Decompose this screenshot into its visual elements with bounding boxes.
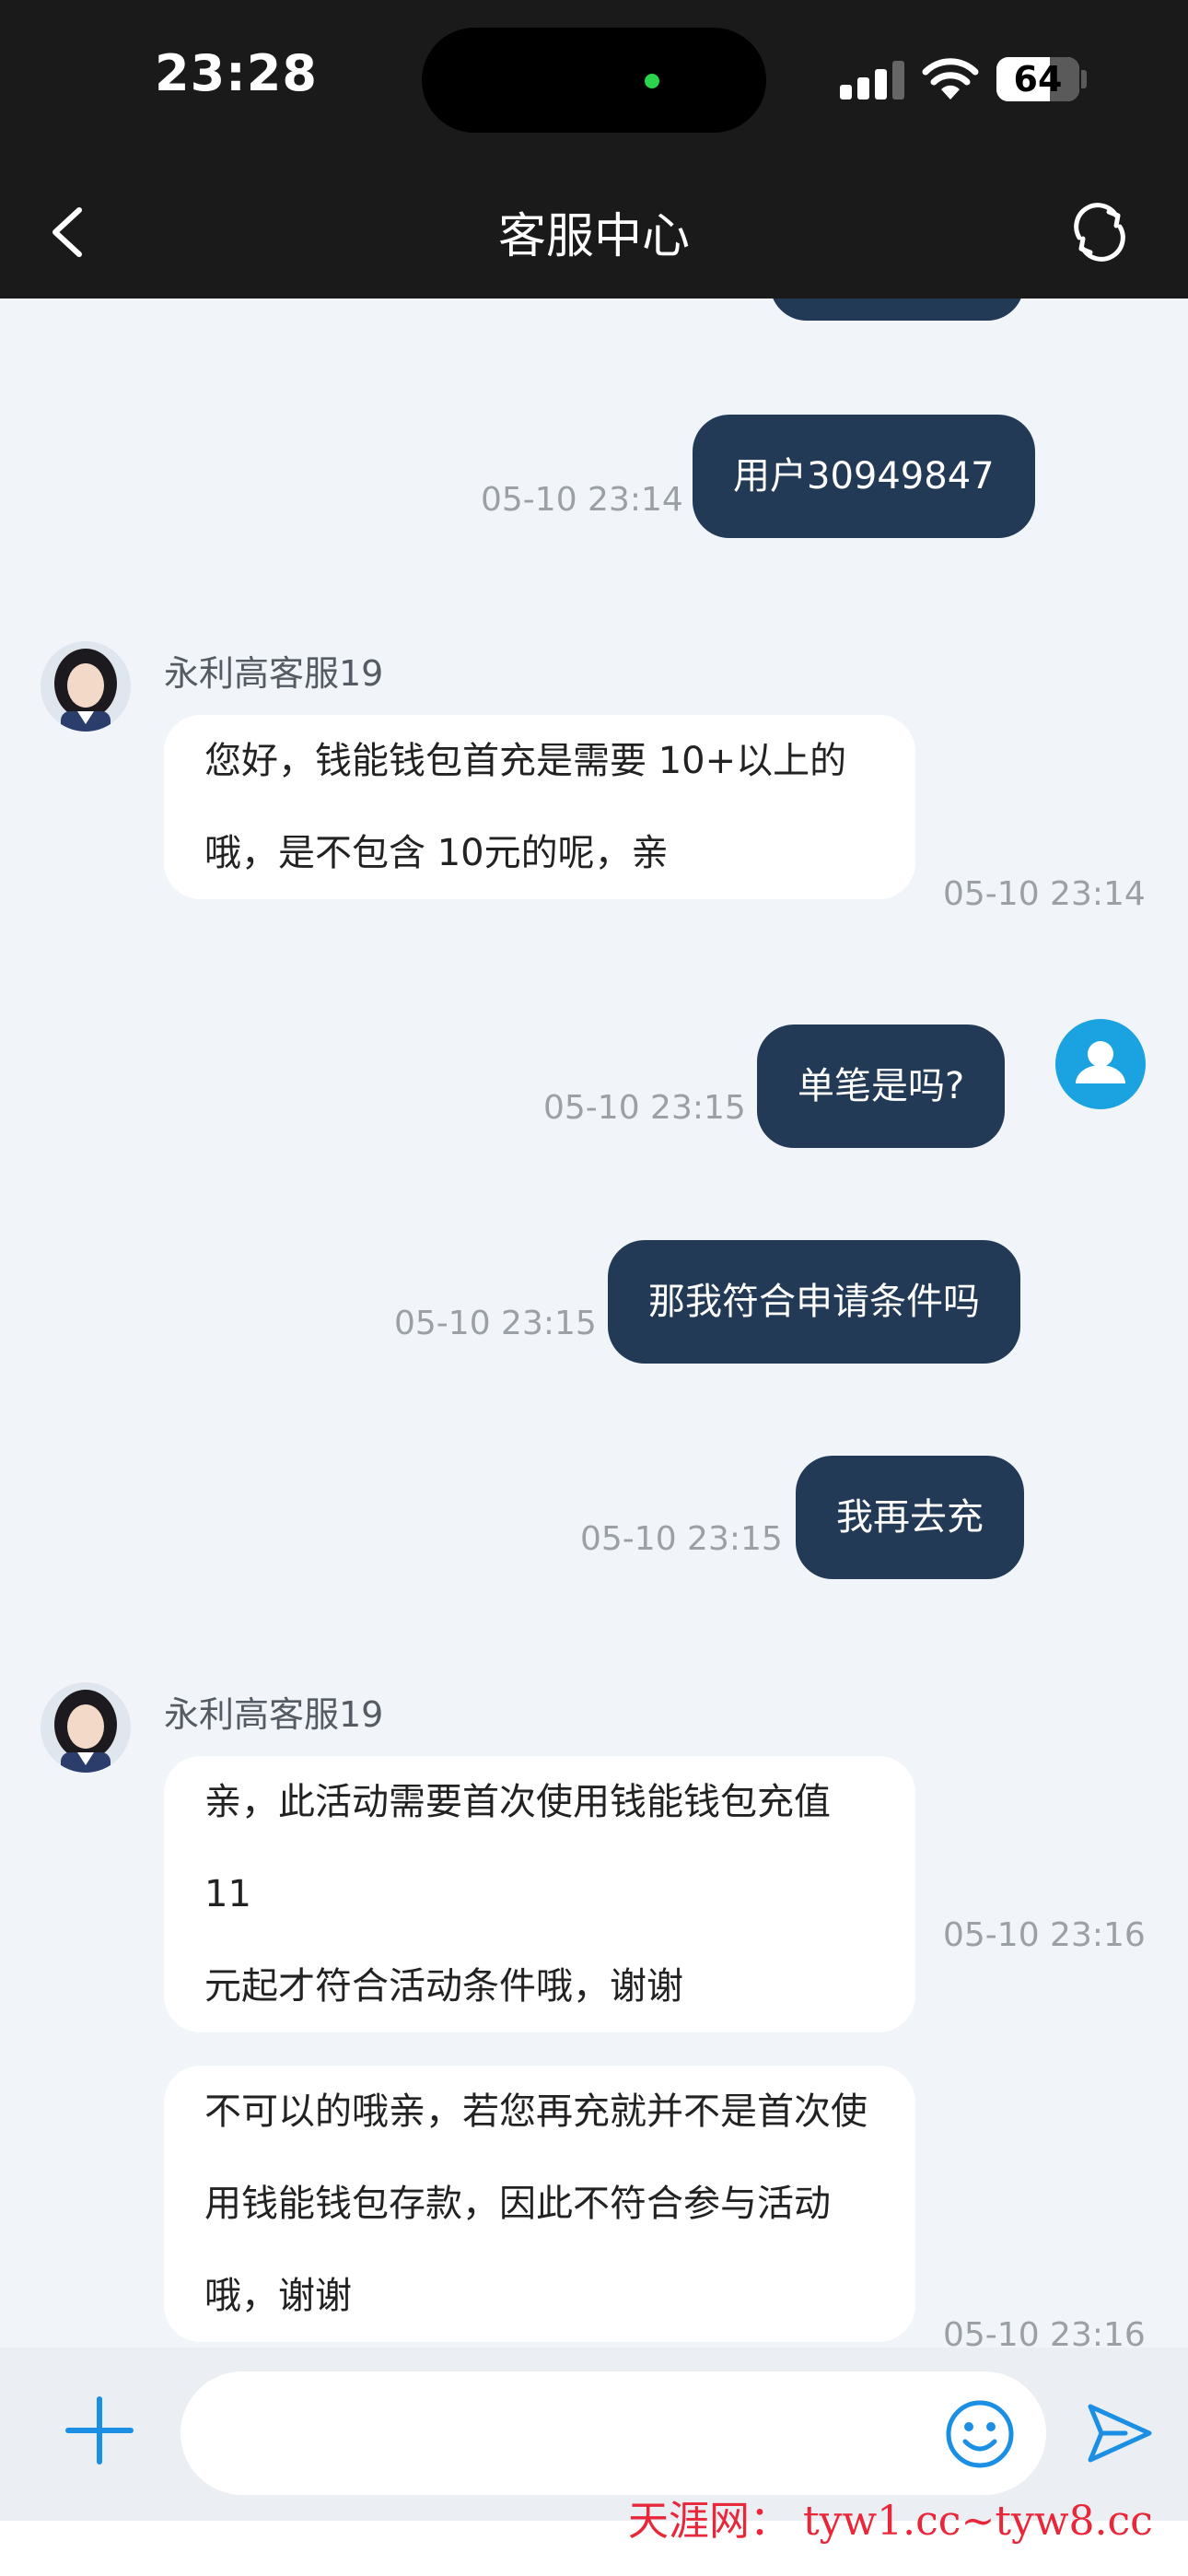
message-bubble-mine: 用户30949847 — [693, 415, 1035, 538]
agent-name: 永利高客服19 — [164, 1694, 384, 1735]
cellular-signal-icon — [840, 61, 904, 100]
page-title: 客服中心 — [497, 209, 690, 264]
user-avatar-icon — [1055, 1019, 1146, 1109]
message-line: 不可以的哦亲，若您再充就并不是首次使 — [204, 2090, 868, 2133]
message-line: 您好，钱能钱包首充是需要 10+以上的 — [204, 740, 847, 782]
agent-avatar — [41, 1682, 131, 1773]
status-time: 23:28 — [155, 44, 318, 102]
refresh-icon[interactable] — [1068, 201, 1131, 263]
dynamic-island — [422, 28, 766, 133]
battery-cap — [1081, 70, 1087, 88]
chat-area[interactable]: 05-10 23:14 用户30949847 永利高客服19 您好，钱能钱包首充… — [0, 299, 1188, 2348]
wifi-icon — [922, 58, 979, 100]
message-time: 05-10 23:14 — [481, 481, 683, 519]
message-time: 05-10 23:15 — [543, 1089, 746, 1127]
nav-bar: 客服中心 — [0, 166, 1188, 299]
message-bubble-partial — [770, 299, 1024, 321]
watermark: 天涯网： tyw1.cc~tyw8.cc — [628, 2498, 1153, 2545]
message-line: 用钱能钱包存款，因此不符合参与活动 — [204, 2183, 831, 2225]
agent-name: 永利高客服19 — [164, 653, 384, 694]
message-time: 05-10 23:15 — [580, 1520, 783, 1558]
message-bubble-agent: 不可以的哦亲，若您再充就并不是首次使 用钱能钱包存款，因此不符合参与活动 哦，谢… — [164, 2066, 915, 2342]
camera-indicator-icon — [645, 74, 659, 88]
message-line: 哦，谢谢 — [204, 2275, 352, 2317]
battery-percentage: 64 — [1013, 59, 1063, 100]
message-bubble-mine: 我再去充 — [796, 1456, 1024, 1579]
battery-icon: 64 — [996, 57, 1079, 101]
message-time: 05-10 23:15 — [394, 1305, 597, 1342]
agent-avatar — [41, 641, 131, 732]
message-bubble-mine: 单笔是吗? — [757, 1025, 1006, 1148]
message-bubble-agent: 您好，钱能钱包首充是需要 10+以上的 哦，是不包含 10元的呢，亲 — [164, 715, 915, 899]
message-time: 05-10 23:16 — [943, 2316, 1146, 2348]
message-line: 哦，是不包含 10元的呢，亲 — [204, 832, 669, 874]
message-line: 亲，此活动需要首次使用钱能钱包充值11 — [204, 1781, 831, 1915]
message-line: 元起才符合活动条件哦，谢谢 — [204, 1965, 683, 2008]
message-bubble-mine: 那我符合申请条件吗 — [608, 1240, 1020, 1364]
send-icon[interactable] — [1085, 2401, 1153, 2465]
plus-icon[interactable] — [64, 2395, 134, 2465]
emoji-icon[interactable] — [943, 2397, 1017, 2471]
message-time: 05-10 23:16 — [943, 1916, 1146, 1954]
message-time: 05-10 23:14 — [943, 875, 1146, 913]
message-bubble-agent: 亲，此活动需要首次使用钱能钱包充值11 元起才符合活动条件哦，谢谢 — [164, 1756, 915, 2032]
status-bar: 23:28 64 — [0, 0, 1188, 166]
message-input[interactable] — [181, 2371, 1046, 2495]
